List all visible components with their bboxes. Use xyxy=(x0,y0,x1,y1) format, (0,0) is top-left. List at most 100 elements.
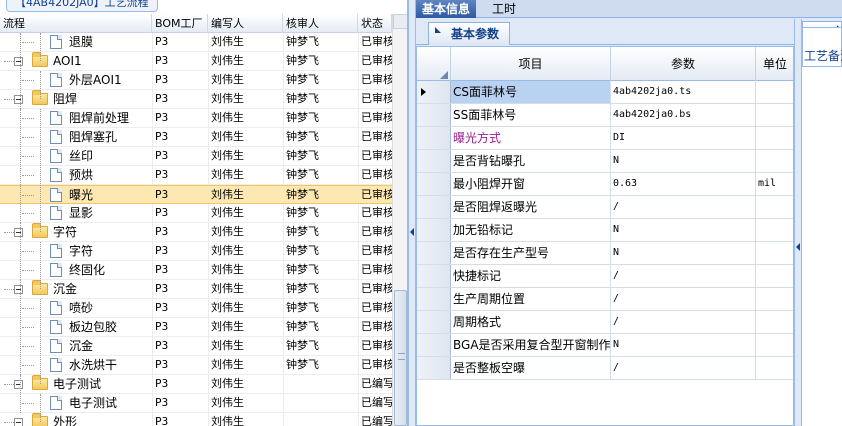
param-value-cell[interactable]: / xyxy=(611,357,756,379)
param-value-cell[interactable]: 4ab4202ja0.bs xyxy=(611,104,756,126)
row-selector[interactable] xyxy=(417,311,451,333)
param-unit-cell[interactable] xyxy=(756,219,793,241)
param-unit-cell[interactable] xyxy=(756,311,793,333)
param-unit-cell[interactable] xyxy=(756,81,793,103)
param-unit-cell[interactable] xyxy=(756,104,793,126)
col-header-bom[interactable]: BOM工厂 xyxy=(152,14,208,33)
param-value-cell[interactable]: / xyxy=(611,265,756,287)
scroll-up-button[interactable] xyxy=(393,14,407,29)
grid-row[interactable]: 生产周期位置 / xyxy=(417,288,793,311)
param-value-cell[interactable]: / xyxy=(611,311,756,333)
param-value-cell[interactable]: N xyxy=(611,219,756,241)
tree-row[interactable]: 阻焊前处理 P3 刘伟生 钟梦飞 已审核 xyxy=(0,109,392,128)
grid-row[interactable]: 是否背钻曝孔 N xyxy=(417,150,793,173)
row-selector[interactable] xyxy=(417,242,451,264)
row-selector[interactable] xyxy=(417,265,451,287)
param-name-cell[interactable]: 是否背钻曝孔 xyxy=(451,150,611,172)
tree-row[interactable]: 外层AOI1 P3 刘伟生 钟梦飞 已审核 xyxy=(0,71,392,90)
param-unit-cell[interactable] xyxy=(756,127,793,149)
grid-row[interactable]: 最小阻焊开窗 0.63 mil xyxy=(417,173,793,196)
param-value-cell[interactable]: N xyxy=(611,334,756,356)
tree-row[interactable]: 电子测试 P3 刘伟生 已编写 xyxy=(0,394,392,413)
tree-row[interactable]: 字符 P3 刘伟生 钟梦飞 已审核 xyxy=(0,223,392,242)
param-unit-cell[interactable] xyxy=(756,334,793,356)
tree-row[interactable]: 阻焊塞孔 P3 刘伟生 钟梦飞 已审核 xyxy=(0,128,392,147)
grid-col-unit[interactable]: 单位 xyxy=(756,47,793,81)
tree-row[interactable]: AOI1 P3 刘伟生 钟梦飞 已审核 xyxy=(0,52,392,71)
grid-row[interactable]: 周期格式 / xyxy=(417,311,793,334)
row-selector[interactable] xyxy=(417,357,451,379)
param-name-cell[interactable]: CS面菲林号 xyxy=(451,81,611,103)
param-name-cell[interactable]: 是否存在生产型号 xyxy=(451,242,611,264)
param-name-cell[interactable]: 是否整板空曝 xyxy=(451,357,611,379)
collapse-minus-icon[interactable] xyxy=(14,57,23,66)
param-unit-cell[interactable] xyxy=(756,242,793,264)
grid-row[interactable]: 加无铅标记 N xyxy=(417,219,793,242)
row-selector[interactable] xyxy=(417,334,451,356)
grid-row[interactable]: SS面菲林号 4ab4202ja0.bs xyxy=(417,104,793,127)
grid-row[interactable]: 是否存在生产型号 N xyxy=(417,242,793,265)
param-unit-cell[interactable] xyxy=(756,150,793,172)
tree-row[interactable]: 沉金 P3 刘伟生 钟梦飞 已审核 xyxy=(0,337,392,356)
collapse-minus-icon[interactable] xyxy=(14,95,23,104)
tree-row[interactable]: 电子测试 P3 刘伟生 已编写 xyxy=(0,375,392,394)
tab-basic-params[interactable]: 基本参数 xyxy=(428,22,511,45)
param-name-cell[interactable]: 周期格式 xyxy=(451,311,611,333)
param-value-cell[interactable]: 4ab4202ja0.ts xyxy=(611,81,756,103)
tree-row[interactable]: 丝印 P3 刘伟生 钟梦飞 已审核 xyxy=(0,147,392,166)
param-name-cell[interactable]: SS面菲林号 xyxy=(451,104,611,126)
tree-row[interactable]: 字符 P3 刘伟生 钟梦飞 已审核 xyxy=(0,242,392,261)
grid-row[interactable]: BGA是否采用复合型开窗制作 N xyxy=(417,334,793,357)
param-name-cell[interactable]: 是否阻焊返曝光 xyxy=(451,196,611,218)
param-unit-cell[interactable] xyxy=(756,196,793,218)
grid-corner[interactable] xyxy=(417,47,451,81)
row-selector[interactable] xyxy=(417,288,451,310)
detail-splitter[interactable] xyxy=(794,19,802,426)
param-value-cell[interactable]: N xyxy=(611,242,756,264)
tree-row[interactable]: 外形 P3 刘伟生 已编写 xyxy=(0,413,392,426)
tree-row[interactable]: 沉金 P3 刘伟生 钟梦飞 已审核 xyxy=(0,280,392,299)
collapse-minus-icon[interactable] xyxy=(14,285,23,294)
collapse-left-arrow-icon[interactable] xyxy=(410,228,414,236)
row-selector[interactable] xyxy=(417,150,451,172)
row-selector[interactable] xyxy=(417,104,451,126)
row-selector[interactable] xyxy=(417,127,451,149)
row-selector[interactable] xyxy=(417,81,451,103)
param-value-cell[interactable]: / xyxy=(611,196,756,218)
row-selector[interactable] xyxy=(417,173,451,195)
row-selector[interactable] xyxy=(417,219,451,241)
grid-col-param[interactable]: 参数 xyxy=(611,47,756,81)
grid-row[interactable]: 是否整板空曝 / xyxy=(417,357,793,380)
tree-scrollbar[interactable] xyxy=(392,14,407,426)
grid-col-item[interactable]: 项目 xyxy=(451,47,611,81)
grid-row[interactable]: 快捷标记 / xyxy=(417,265,793,288)
param-value-cell[interactable]: N xyxy=(611,150,756,172)
tree-row[interactable]: 板边包胶 P3 刘伟生 钟梦飞 已审核 xyxy=(0,318,392,337)
param-unit-cell[interactable] xyxy=(756,357,793,379)
tree-row[interactable]: 喷砂 P3 刘伟生 钟梦飞 已审核 xyxy=(0,299,392,318)
col-header-status[interactable]: 状态 xyxy=(358,14,392,33)
grid-row[interactable]: 曝光方式 DI xyxy=(417,127,793,150)
param-name-cell[interactable]: 曝光方式 xyxy=(451,127,611,149)
collapse-minus-icon[interactable] xyxy=(14,418,23,426)
collapse-minus-icon[interactable] xyxy=(14,228,23,237)
col-header-writer[interactable]: 编写人 xyxy=(208,14,283,33)
tree-row[interactable]: 显影 P3 刘伟生 钟梦飞 已审核 xyxy=(0,204,392,223)
tree-row[interactable]: 水洗烘干 P3 刘伟生 钟梦飞 已审核 xyxy=(0,356,392,375)
panel-splitter[interactable] xyxy=(408,0,416,426)
tab-work-hours[interactable]: 工时 xyxy=(486,0,522,18)
col-header-process[interactable]: 流程 xyxy=(0,14,152,33)
tab-basic-info[interactable]: 基本信息 xyxy=(416,0,477,18)
param-unit-cell[interactable] xyxy=(756,288,793,310)
param-value-cell[interactable]: DI xyxy=(611,127,756,149)
tree-row[interactable]: 预烘 P3 刘伟生 钟梦飞 已审核 xyxy=(0,166,392,185)
param-value-cell[interactable]: / xyxy=(611,288,756,310)
tree-row[interactable]: 退膜 P3 刘伟生 钟梦飞 已审核 xyxy=(0,33,392,52)
col-header-checker[interactable]: 核审人 xyxy=(283,14,358,33)
grid-row[interactable]: CS面菲林号 4ab4202ja0.ts xyxy=(417,81,793,104)
param-name-cell[interactable]: 快捷标记 xyxy=(451,265,611,287)
tree-row[interactable]: 曝光 P3 刘伟生 钟梦飞 已审核 xyxy=(0,185,392,204)
param-unit-cell[interactable] xyxy=(756,265,793,287)
scroll-thumb[interactable] xyxy=(394,290,407,426)
grid-row[interactable]: 是否阻焊返曝光 / xyxy=(417,196,793,219)
